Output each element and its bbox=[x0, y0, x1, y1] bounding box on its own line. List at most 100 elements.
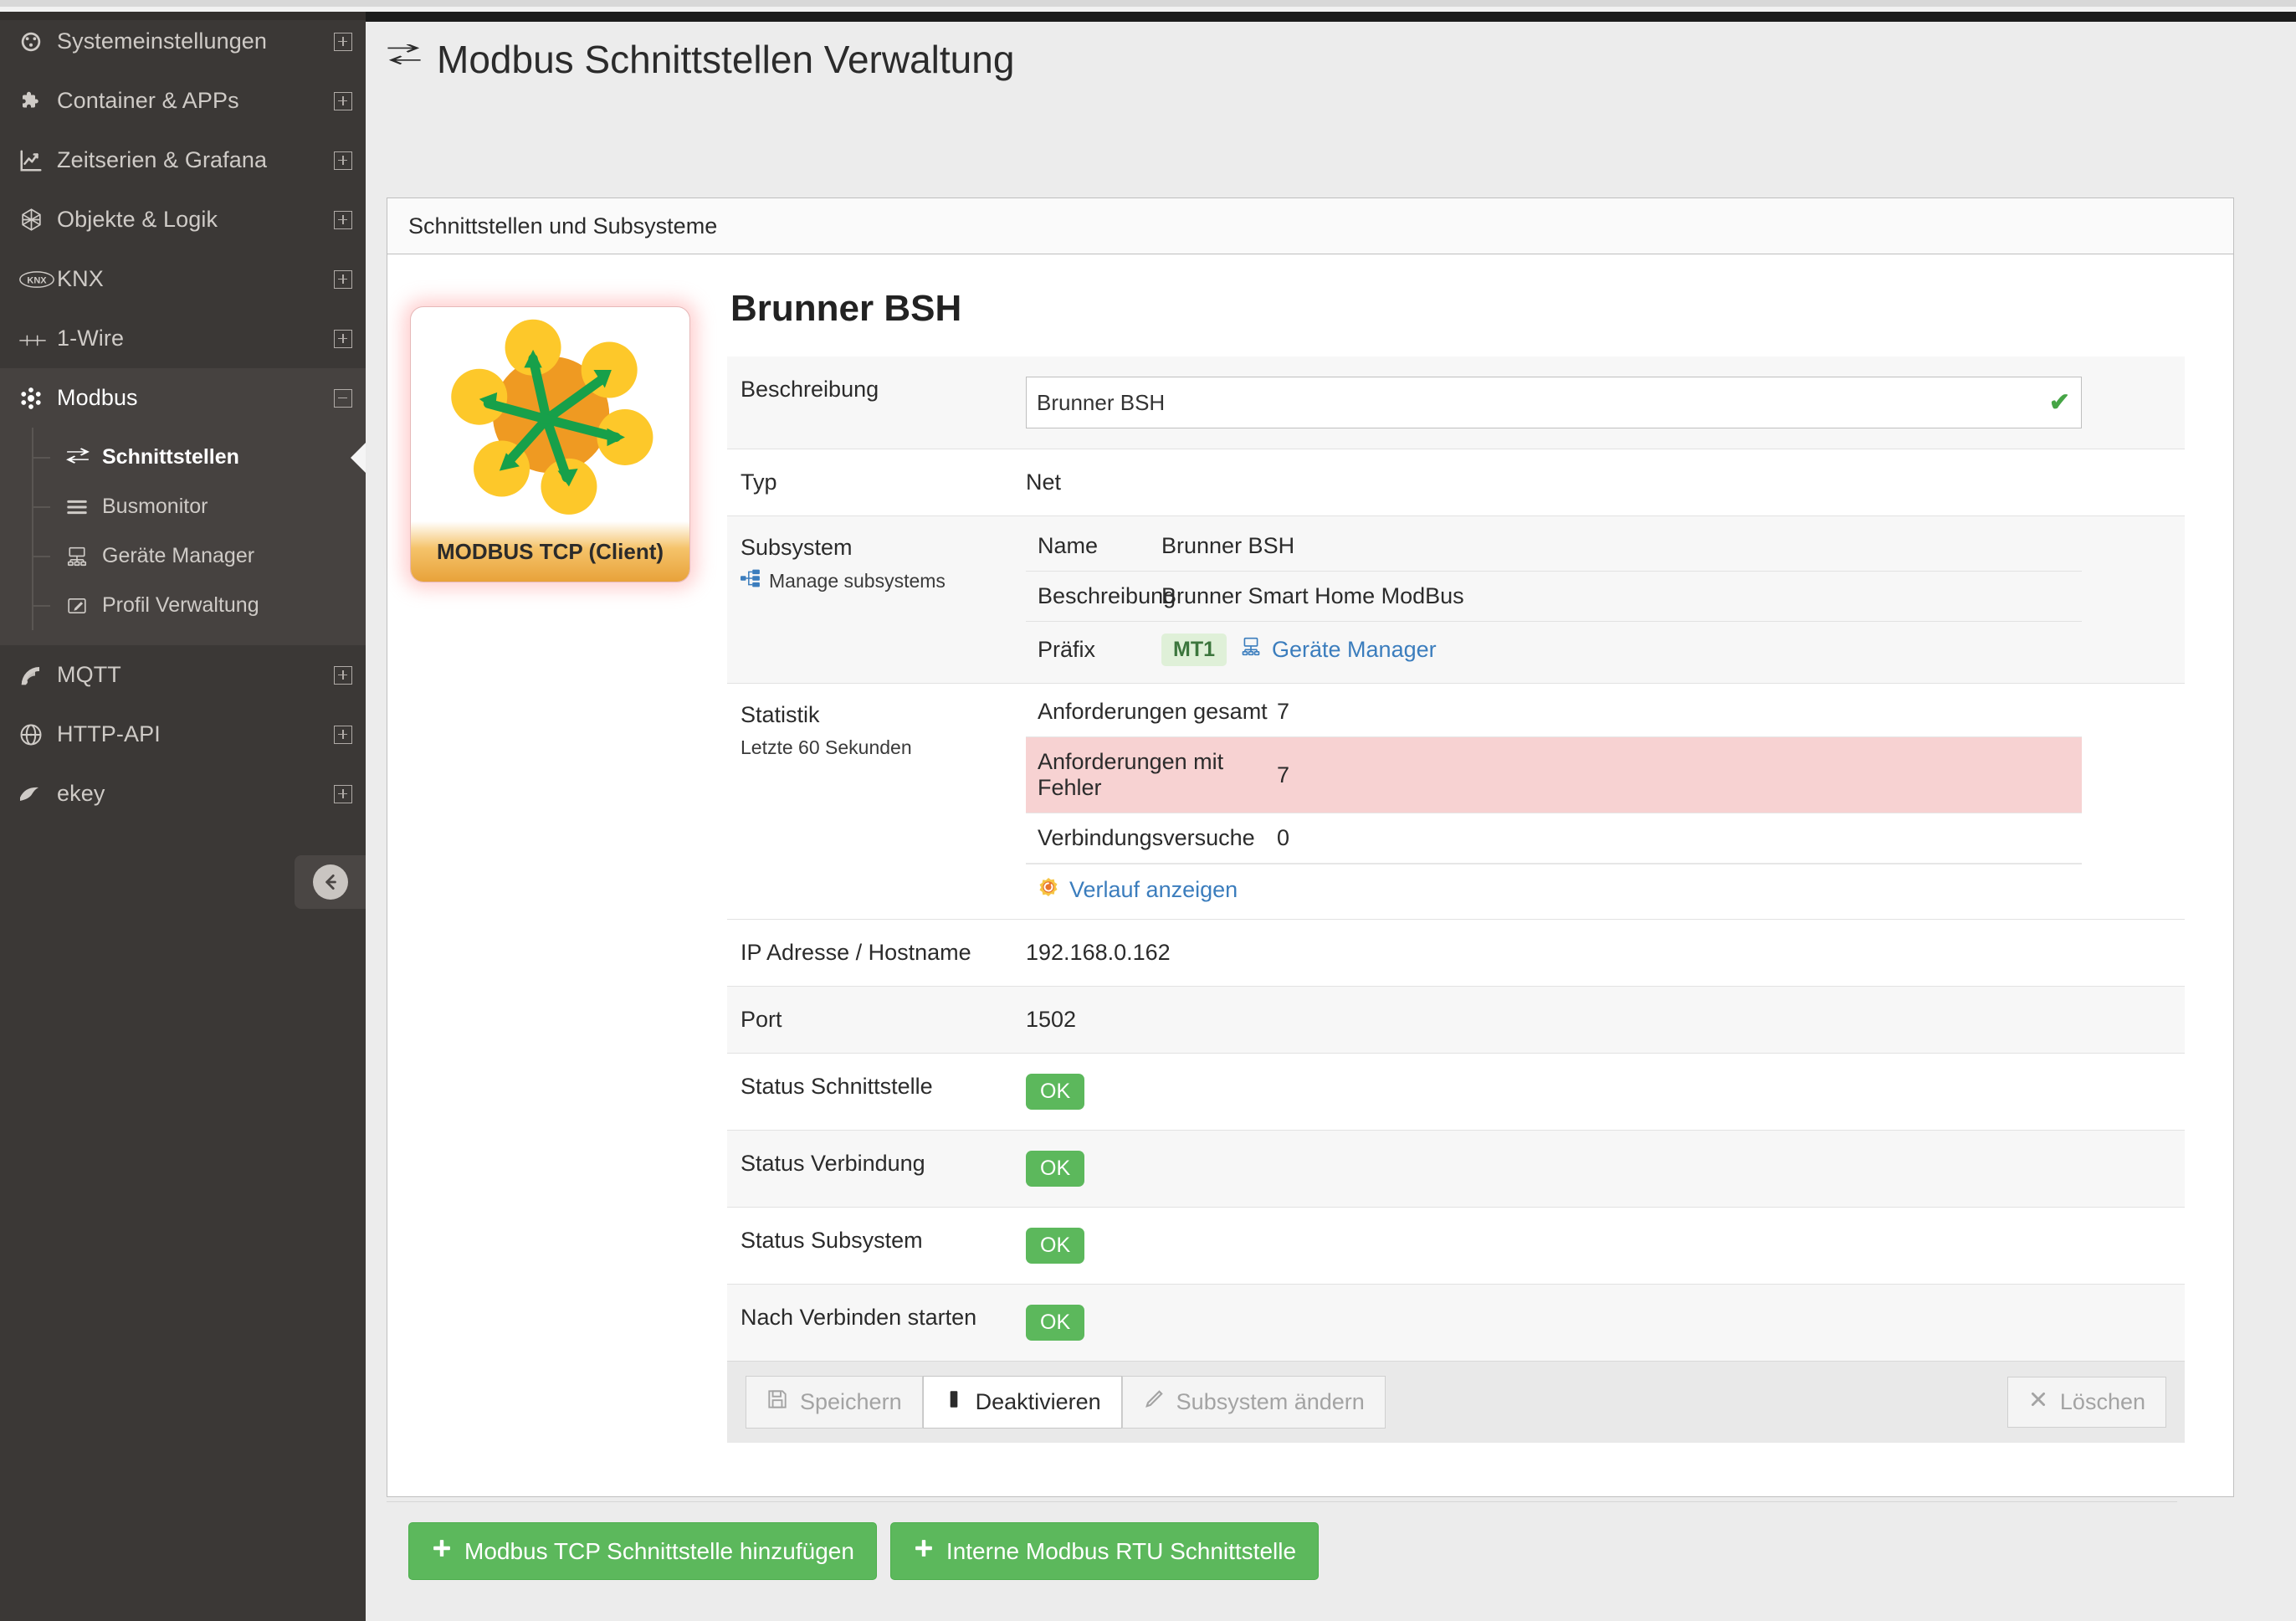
expander-minus-icon[interactable] bbox=[320, 388, 366, 408]
form-value-status-verbindung: OK bbox=[1012, 1131, 2185, 1207]
sidebar-item-container-apps[interactable]: Container & APPs bbox=[0, 71, 366, 131]
sidebar-item-zeitserien-grafana[interactable]: Zeitserien & Grafana bbox=[0, 131, 366, 190]
deactivate-button[interactable]: Deaktivieren bbox=[922, 1376, 1122, 1429]
form-row-ip: IP Adresse / Hostname 192.168.0.162 bbox=[727, 920, 2185, 987]
delete-button[interactable]: Löschen bbox=[2006, 1377, 2166, 1428]
description-input[interactable] bbox=[1026, 377, 2082, 428]
interface-detail-form: Brunner BSH Beschreibung ✔ Typ Net bbox=[727, 288, 2185, 1443]
knx-icon: KNX bbox=[18, 270, 57, 289]
add-modbus-rtu-label: Interne Modbus RTU Schnittstelle bbox=[946, 1537, 1297, 1564]
statistics-table: Anforderungen gesamt 7 Anforderungen mit… bbox=[1026, 687, 2082, 916]
tree-stub bbox=[32, 605, 50, 607]
form-row-status-verbindung: Status Verbindung OK bbox=[727, 1131, 2185, 1208]
expander-plus-icon[interactable] bbox=[320, 725, 366, 744]
device-network-icon bbox=[1240, 637, 1262, 663]
sidebar-item-label: Busmonitor bbox=[102, 495, 208, 518]
form-row-status-schnittstelle: Status Schnittstelle OK bbox=[727, 1054, 2185, 1131]
sidebar-item-busmonitor[interactable]: Busmonitor bbox=[0, 482, 366, 531]
chart-icon bbox=[18, 148, 57, 173]
subsystem-value: Brunner Smart Home ModBus bbox=[1161, 583, 1464, 608]
statistics-name: Anforderungen gesamt bbox=[1038, 699, 1268, 724]
status-badge[interactable]: OK bbox=[1026, 1151, 1085, 1187]
active-item-caret bbox=[351, 442, 366, 473]
change-subsystem-button[interactable]: Subsystem ändern bbox=[1121, 1376, 1386, 1429]
sidebar-item-profil-verwaltung[interactable]: Profil Verwaltung bbox=[0, 581, 366, 630]
manage-subsystems-link[interactable]: Manage subsystems bbox=[741, 569, 999, 592]
dashboard-icon bbox=[18, 29, 57, 54]
statistics-value: 0 bbox=[1277, 825, 1290, 850]
exchange-arrows-icon bbox=[387, 37, 422, 82]
sidebar-item-geraete-manager[interactable]: Geräte Manager bbox=[0, 531, 366, 581]
sidebar-item-label: MQTT bbox=[57, 662, 121, 687]
form-value-nach-verbinden-starten: OK bbox=[1012, 1285, 2185, 1361]
main-content: Modbus Schnittstellen Verwaltung Schnitt… bbox=[366, 12, 2296, 1621]
add-modbus-rtu-button[interactable]: Interne Modbus RTU Schnittstelle bbox=[889, 1522, 1320, 1580]
rss-icon bbox=[18, 663, 57, 688]
sidebar-item-ekey[interactable]: ekey bbox=[0, 764, 366, 823]
form-value-status-subsystem: OK bbox=[1012, 1208, 2185, 1284]
form-row-status-subsystem: Status Subsystem OK bbox=[727, 1208, 2185, 1285]
add-modbus-tcp-button[interactable]: Modbus TCP Schnittstelle hinzufügen bbox=[408, 1522, 877, 1580]
stop-square-icon bbox=[944, 1388, 964, 1416]
status-badge[interactable]: OK bbox=[1026, 1228, 1085, 1264]
status-badge[interactable]: OK bbox=[1026, 1074, 1085, 1110]
panel-header: Schnittstellen und Subsysteme bbox=[387, 198, 2233, 254]
interface-tile-caption: MODBUS TCP (Client) bbox=[411, 521, 689, 582]
verlauf-anzeigen-link[interactable]: Verlauf anzeigen bbox=[1038, 876, 1238, 904]
form-value-status-schnittstelle: OK bbox=[1012, 1054, 2185, 1130]
sidebar-item-label: 1-Wire bbox=[57, 326, 125, 351]
geraete-manager-link[interactable]: Geräte Manager bbox=[1240, 637, 1437, 663]
form-row-statistik: Statistik Letzte 60 Sekunden Anforderung… bbox=[727, 684, 2185, 920]
sidebar-item-objekte-logik[interactable]: Objekte & Logik bbox=[0, 190, 366, 249]
form-row-nach-verbinden-starten: Nach Verbinden starten OK bbox=[727, 1285, 2185, 1361]
sidebar-item-systemeinstellungen[interactable]: Systemeinstellungen bbox=[0, 12, 366, 71]
sidebar-item-label: HTTP-API bbox=[57, 721, 161, 746]
add-buttons-row: Modbus TCP Schnittstelle hinzufügen Inte… bbox=[387, 1502, 2234, 1580]
interface-tile-modbus-tcp-client[interactable]: MODBUS TCP (Client) bbox=[410, 306, 690, 582]
form-row-port: Port 1502 bbox=[727, 987, 2185, 1054]
save-button[interactable]: Speichern bbox=[746, 1376, 923, 1429]
sidebar-submenu-modbus: Schnittstellen Busmonitor Geräte Manager… bbox=[0, 428, 366, 645]
subsystem-value: MT1 Geräte Manager bbox=[1161, 622, 2082, 678]
prefix-badge: MT1 bbox=[1161, 634, 1227, 666]
form-row-beschreibung: Beschreibung ✔ bbox=[727, 357, 2185, 449]
expander-plus-icon[interactable] bbox=[320, 32, 366, 51]
form-label-typ: Typ bbox=[741, 469, 777, 495]
expander-plus-icon[interactable] bbox=[320, 91, 366, 110]
sidebar-item-label: Container & APPs bbox=[57, 88, 239, 113]
sidebar-item-1-wire[interactable]: 1-Wire bbox=[0, 309, 366, 368]
sidebar-item-label: Profil Verwaltung bbox=[102, 593, 259, 617]
plus-icon bbox=[913, 1537, 935, 1565]
status-badge[interactable]: OK bbox=[1026, 1305, 1085, 1341]
subsystem-row-beschreibung: Beschreibung Brunner Smart Home ModBus bbox=[1026, 572, 2082, 622]
expander-plus-icon[interactable] bbox=[320, 269, 366, 289]
sidebar-item-http-api[interactable]: HTTP-API bbox=[0, 705, 366, 764]
subsystem-value: Brunner BSH bbox=[1161, 533, 1295, 558]
expander-plus-icon[interactable] bbox=[320, 151, 366, 170]
statistics-name: Verbindungsversuche bbox=[1038, 825, 1255, 850]
subsystem-key: Beschreibung bbox=[1038, 583, 1176, 608]
sidebar-item-modbus[interactable]: Modbus bbox=[0, 368, 366, 428]
form-value-beschreibung: ✔ bbox=[1012, 357, 2185, 449]
subsystem-key: Präfix bbox=[1038, 637, 1096, 662]
sidebar-collapse-button[interactable] bbox=[295, 855, 366, 909]
add-modbus-tcp-label: Modbus TCP Schnittstelle hinzufügen bbox=[464, 1537, 854, 1564]
form-value-typ: Net bbox=[1026, 469, 1062, 495]
statistics-value: 7 bbox=[1277, 762, 1290, 787]
sidebar-item-knx[interactable]: KNX KNX bbox=[0, 249, 366, 309]
list-lines-icon bbox=[65, 498, 102, 516]
device-network-icon bbox=[65, 546, 102, 567]
form-value-subsystem: Name Brunner BSH Beschreibung Brunner Sm… bbox=[1012, 516, 2185, 683]
expander-plus-icon[interactable] bbox=[320, 329, 366, 348]
puzzle-icon bbox=[18, 89, 57, 114]
expander-plus-icon[interactable] bbox=[320, 210, 366, 229]
plus-icon bbox=[431, 1537, 453, 1565]
expander-plus-icon[interactable] bbox=[320, 665, 366, 685]
statistics-value: 7 bbox=[1277, 699, 1290, 724]
expander-plus-icon[interactable] bbox=[320, 784, 366, 803]
sidebar-item-schnittstellen[interactable]: Schnittstellen bbox=[0, 433, 366, 482]
form-label-subsystem: Subsystem Manage subsystems bbox=[727, 516, 1012, 683]
statistics-row-history: Verlauf anzeigen bbox=[1026, 864, 2082, 916]
sidebar-item-mqtt[interactable]: MQTT bbox=[0, 645, 366, 705]
sidebar-item-label: Objekte & Logik bbox=[57, 207, 218, 232]
